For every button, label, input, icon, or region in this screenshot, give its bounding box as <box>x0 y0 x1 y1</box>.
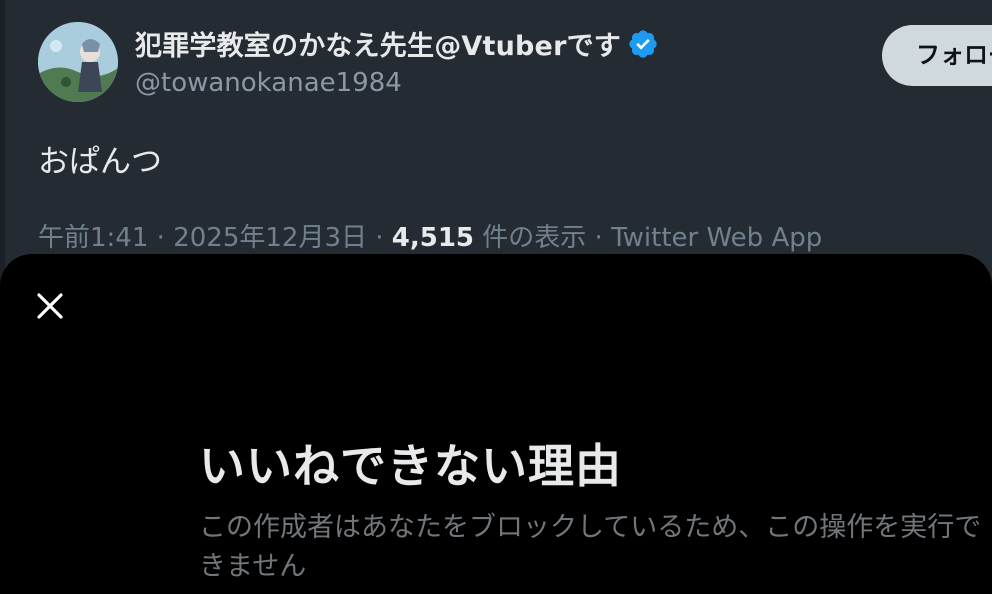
tweet-time[interactable]: 午前1:41 <box>38 223 148 253</box>
meta-separator: · <box>586 223 612 253</box>
views-label: 件の表示 <box>474 223 587 253</box>
views-count: 4,515 <box>391 223 475 253</box>
verified-badge-icon[interactable] <box>627 28 659 60</box>
sheet-title: いいねできない理由 <box>199 439 622 493</box>
tweet-text: おぱんつ <box>38 144 162 180</box>
close-button[interactable] <box>28 284 72 328</box>
screen: 犯罪学教室のかなえ先生@Vtuberです @towanokanae1984 フォ… <box>0 0 992 594</box>
meta-separator: · <box>366 223 392 253</box>
bottom-sheet: いいねできない理由 この作成者はあなたをブロックしているため、この操作を実行でき… <box>0 254 992 594</box>
tweet-source: Twitter Web App <box>611 223 823 253</box>
author-handle[interactable]: @towanokanae1984 <box>135 68 402 98</box>
avatar[interactable] <box>38 22 118 102</box>
author-name-text[interactable]: 犯罪学教室のかなえ先生@Vtuberです <box>135 24 621 63</box>
sheet-description: この作成者はあなたをブロックしているため、この操作を実行できません <box>199 512 982 582</box>
tweet-date[interactable]: 2025年12月3日 <box>173 223 367 253</box>
tweet-meta: 午前1:41 · 2025年12月3日 · 4,515 件の表示 · Twitt… <box>38 217 822 254</box>
close-icon <box>37 293 63 319</box>
follow-button[interactable]: フォロー <box>882 25 992 86</box>
meta-separator: · <box>148 223 174 253</box>
author-name[interactable]: 犯罪学教室のかなえ先生@Vtuberです <box>135 24 659 63</box>
